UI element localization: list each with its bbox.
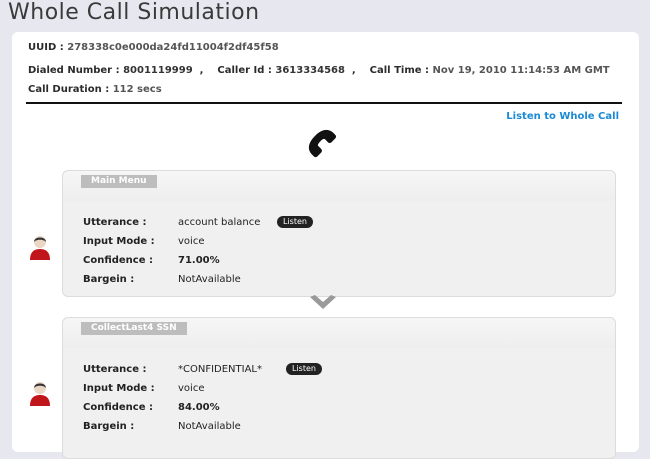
step-collect-ssn: CollectLast4 SSN Utterance : *CONFIDENTI… bbox=[62, 317, 616, 459]
call-time-label: Call Time : bbox=[369, 65, 430, 76]
user-avatar-icon bbox=[30, 236, 50, 260]
caller-id-value: 3613334568 bbox=[275, 65, 345, 76]
listen-button[interactable]: Listen bbox=[286, 363, 322, 375]
input-mode-label: Input Mode : bbox=[83, 236, 155, 247]
utterance-row: Utterance : *CONFIDENTIAL* Listen bbox=[83, 363, 322, 375]
uuid-value: 278338c0e000da24fd11004f2df45f58 bbox=[67, 42, 279, 53]
bargein-value: NotAvailable bbox=[178, 421, 241, 432]
user-avatar-icon bbox=[30, 382, 50, 406]
bargein-row: Bargein : NotAvailable bbox=[83, 421, 241, 432]
utterance-text: *CONFIDENTIAL* bbox=[178, 364, 263, 375]
step-name-tab: Main Menu bbox=[81, 175, 157, 188]
input-mode-value: voice bbox=[178, 236, 205, 247]
step-header: Main Menu bbox=[63, 171, 615, 201]
input-mode-row: Input Mode : voice bbox=[83, 236, 204, 247]
step-header: CollectLast4 SSN bbox=[63, 318, 615, 348]
listen-whole-call-link[interactable]: Listen to Whole Call bbox=[506, 111, 619, 122]
confidence-value: 84.00% bbox=[178, 402, 220, 413]
utterance-value: account balance Listen bbox=[178, 216, 313, 228]
confidence-row: Confidence : 84.00% bbox=[83, 402, 220, 413]
utterance-row: Utterance : account balance Listen bbox=[83, 216, 313, 228]
header-divider bbox=[26, 102, 622, 104]
listen-button[interactable]: Listen bbox=[277, 216, 313, 228]
utterance-label: Utterance : bbox=[83, 364, 147, 375]
bargein-label: Bargein : bbox=[83, 274, 135, 285]
confidence-row: Confidence : 71.00% bbox=[83, 255, 220, 266]
caller-id-label: Caller Id : bbox=[217, 65, 272, 76]
chevron-down-icon bbox=[310, 295, 336, 309]
step-main-menu: Main Menu Utterance : account balance Li… bbox=[62, 170, 616, 297]
confidence-label: Confidence : bbox=[83, 255, 153, 266]
uuid-label: UUID : bbox=[28, 42, 64, 53]
call-duration-label: Call Duration : bbox=[28, 84, 110, 95]
utterance-text: account balance bbox=[178, 217, 261, 228]
input-mode-row: Input Mode : voice bbox=[83, 383, 204, 394]
duration-row: Call Duration : 112 secs bbox=[28, 84, 162, 95]
confidence-label: Confidence : bbox=[83, 402, 153, 413]
call-duration-value: 112 secs bbox=[112, 84, 162, 95]
confidence-value: 71.00% bbox=[178, 255, 220, 266]
call-details-panel: UUID : 278338c0e000da24fd11004f2df45f58 … bbox=[12, 32, 639, 459]
input-mode-label: Input Mode : bbox=[83, 383, 155, 394]
utterance-label: Utterance : bbox=[83, 217, 147, 228]
call-info-row: Dialed Number : 8001119999 , Caller Id :… bbox=[28, 65, 610, 76]
bargein-label: Bargein : bbox=[83, 421, 135, 432]
uuid-row: UUID : 278338c0e000da24fd11004f2df45f58 bbox=[28, 42, 279, 53]
input-mode-value: voice bbox=[178, 383, 205, 394]
bargein-value: NotAvailable bbox=[178, 274, 241, 285]
dialed-number-label: Dialed Number : bbox=[28, 65, 120, 76]
dialed-number-value: 8001119999 bbox=[123, 65, 193, 76]
call-time-value: Nov 19, 2010 11:14:53 AM GMT bbox=[432, 65, 610, 76]
utterance-value: *CONFIDENTIAL* Listen bbox=[178, 363, 322, 375]
phone-handset-icon bbox=[308, 129, 337, 158]
bargein-row: Bargein : NotAvailable bbox=[83, 274, 241, 285]
step-name-tab: CollectLast4 SSN bbox=[81, 322, 187, 335]
page-title: Whole Call Simulation bbox=[8, 0, 260, 25]
